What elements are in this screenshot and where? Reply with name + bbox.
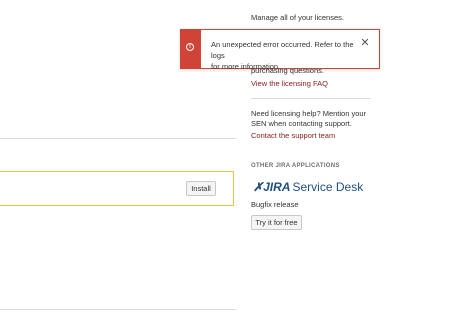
- close-icon[interactable]: ✕: [359, 37, 371, 49]
- licensing-help-line2: SEN when contacting support.: [251, 119, 352, 128]
- main-divider-bottom: [0, 309, 236, 310]
- error-message-line1: An unexpected error occurred. Refer to t…: [211, 40, 354, 60]
- release-label: Bugfix release: [251, 200, 299, 209]
- error-flag: ! An unexpected error occurred. Refer to…: [180, 29, 380, 72]
- try-free-button[interactable]: Try it for free: [251, 215, 302, 230]
- jira-service-desk-logo: ✗JIRA Service Desk: [253, 180, 364, 194]
- sidebar-divider: [251, 98, 371, 99]
- error-flag-stripe: !: [181, 30, 201, 68]
- contact-support-link[interactable]: Contact the support team: [251, 131, 335, 142]
- jira-logo-icon: ✗: [253, 180, 264, 194]
- licensing-help-line1: Need licensing help? Mention your: [251, 109, 367, 118]
- error-message: An unexpected error occurred. Refer to t…: [211, 39, 361, 72]
- other-apps-heading: OTHER JIRA APPLICATIONS: [251, 163, 340, 169]
- manage-licenses-text: Manage all of your licenses.: [251, 13, 344, 22]
- main-divider-top: [0, 138, 236, 139]
- install-button[interactable]: Install: [186, 181, 216, 196]
- error-message-line2: for more information.: [211, 62, 281, 71]
- error-icon: !: [186, 43, 194, 51]
- plugin-card: Install: [0, 171, 234, 206]
- licensing-faq-link[interactable]: View the licensing FAQ: [251, 79, 328, 90]
